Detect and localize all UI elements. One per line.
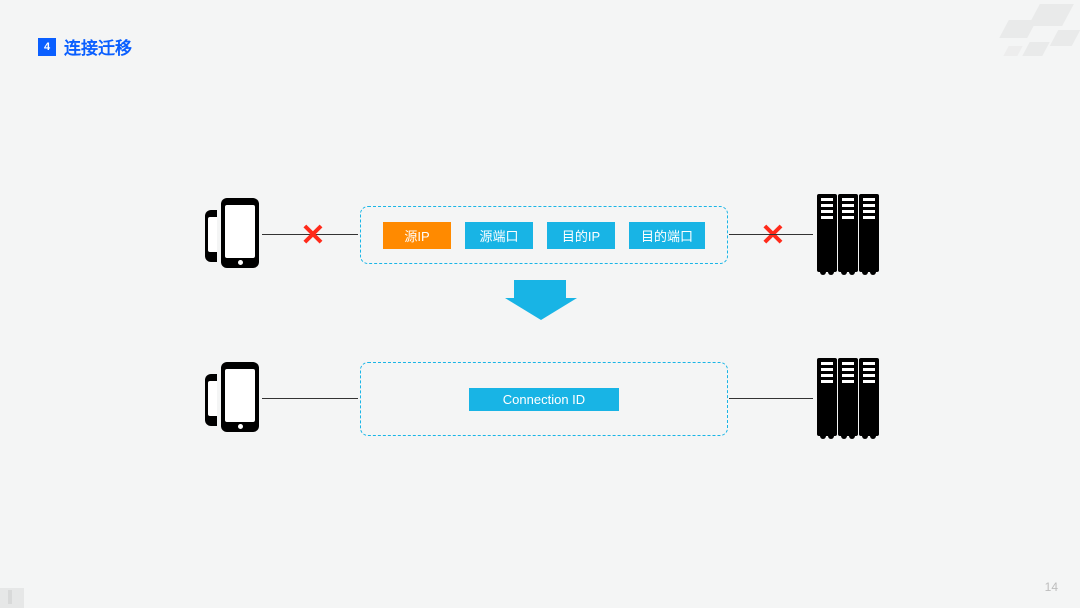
chip-dest-port: 目的端口 bbox=[629, 222, 705, 249]
connector-line bbox=[262, 398, 358, 399]
cross-icon: ✕ bbox=[298, 221, 328, 251]
chip-source-port: 源端口 bbox=[465, 222, 533, 249]
page-number: 14 bbox=[1045, 580, 1058, 594]
phone-icon bbox=[205, 198, 260, 272]
server-icon bbox=[816, 358, 880, 438]
connector-line bbox=[729, 234, 813, 235]
down-arrow-icon bbox=[505, 280, 575, 320]
four-tuple-box: 源IP 源端口 目的IP 目的端口 bbox=[360, 206, 728, 264]
phone-icon bbox=[205, 362, 260, 436]
footer-logo bbox=[0, 588, 24, 608]
diagram-row-4tuple: ✕ 源IP 源端口 目的IP 目的端口 ✕ bbox=[0, 176, 1080, 286]
slide-title: 连接迁移 bbox=[64, 34, 132, 59]
section-number-badge: 4 bbox=[38, 38, 56, 56]
connector-line bbox=[729, 398, 813, 399]
connection-id-box: Connection ID bbox=[360, 362, 728, 436]
corner-decoration bbox=[960, 0, 1080, 80]
chip-source-ip: 源IP bbox=[383, 222, 451, 249]
cross-icon: ✕ bbox=[758, 221, 788, 251]
slide-header: 4 连接迁移 bbox=[38, 34, 132, 59]
diagram-row-connection-id: Connection ID bbox=[0, 340, 1080, 450]
server-icon bbox=[816, 194, 880, 274]
chip-connection-id: Connection ID bbox=[469, 388, 619, 411]
chip-dest-ip: 目的IP bbox=[547, 222, 615, 249]
